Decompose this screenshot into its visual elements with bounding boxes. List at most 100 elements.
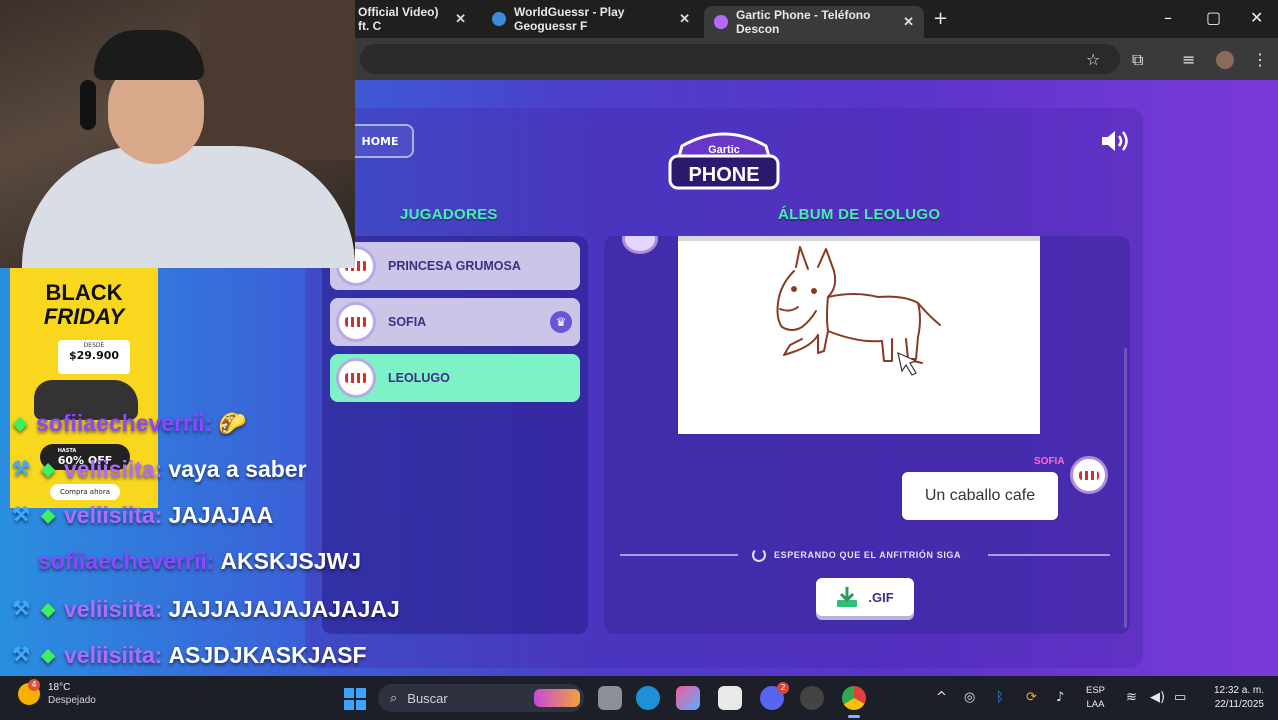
chevron-up-icon[interactable]: ^: [936, 690, 947, 705]
clock-time: 12:32 a. m.: [1213, 685, 1264, 696]
ad-price-prefix: DESDE: [83, 342, 105, 349]
close-icon[interactable]: ✕: [455, 11, 466, 27]
menu-icon[interactable]: ⋮: [1252, 50, 1268, 69]
bookmark-star-icon[interactable]: ☆: [1086, 50, 1100, 69]
task-view-icon[interactable]: [598, 686, 622, 710]
logo-top-text: Gartic: [708, 144, 740, 156]
drawing-canvas: [678, 236, 1040, 434]
profile-avatar[interactable]: [1216, 51, 1234, 69]
weather-widget[interactable]: 4 18°C Despejado: [18, 679, 96, 706]
media-icon[interactable]: ≡: [1182, 50, 1195, 69]
tab-music-video[interactable]: Official Video) ft. C ✕: [348, 5, 476, 33]
chat-text: 🌮: [218, 409, 248, 436]
album-panel: SOFIA Un caballo cafe ESPERANDO QUE EL A…: [604, 236, 1130, 634]
spinner-icon: [752, 548, 766, 562]
search-placeholder: Buscar: [407, 690, 448, 706]
player-row[interactable]: PRINCESA GRUMOSA: [330, 242, 580, 290]
player-avatar: [336, 302, 376, 342]
windows-taskbar: 4 18°C Despejado ⌕ Buscar 2 ^ ◎ ᛒ ⟳ ♪ ES…: [0, 676, 1278, 720]
chat-username: sofiiaecheverrii:: [38, 547, 215, 574]
ad-title: FRIDAY: [43, 304, 125, 329]
player-name: PRINCESA GRUMOSA: [388, 259, 521, 273]
download-icon: [837, 587, 858, 607]
player-row-self[interactable]: LEOLUGO: [330, 354, 580, 402]
language-indicator[interactable]: ESP LAA: [1086, 684, 1105, 712]
player-row[interactable]: SOFIA ♛: [330, 298, 580, 346]
copilot-icon[interactable]: [676, 686, 700, 710]
chat-text: JAJJAJAJAJAJAJAJ: [168, 595, 400, 622]
tab-gartic-phone[interactable]: Gartic Phone - Teléfono Descon ✕: [704, 6, 924, 38]
gem-badge-icon: ◆: [13, 413, 27, 433]
tab-title: WorldGuessr - Play Geoguessr F: [514, 5, 625, 33]
chat-message: ⚒ ◆ veliisiita: ASJDJKASKJASF: [10, 638, 367, 672]
store-icon[interactable]: [718, 686, 742, 710]
album-title: ÁLBUM DE LEOLUGO: [778, 206, 941, 223]
chat-message: ⚒ ◆ veliisiita: vaya a saber: [10, 452, 307, 486]
players-title: JUGADORES: [400, 206, 498, 223]
chat-username: veliisiita:: [64, 501, 163, 528]
search-icon: ⌕: [390, 690, 398, 705]
close-window-button[interactable]: ✕: [1250, 8, 1263, 27]
chrome-icon[interactable]: [842, 686, 866, 718]
extensions-icon[interactable]: ⧉: [1132, 50, 1143, 70]
download-gif-button[interactable]: .GIF: [816, 578, 914, 616]
volume-icon[interactable]: ◀): [1150, 690, 1165, 705]
sync-icon[interactable]: ⟳: [1026, 690, 1037, 705]
tab-title: Official Video) ft. C: [358, 5, 439, 33]
pickaxe-badge-icon: ⚒: [12, 504, 30, 526]
tab-title: Gartic Phone - Teléfono Descon: [736, 8, 871, 36]
globe-icon: [492, 12, 506, 26]
chat-message: ◆ sofiiaecheverrii: 🌮: [10, 406, 247, 440]
clock[interactable]: 12:32 a. m. 22/11/2025: [1196, 684, 1264, 712]
chat-username: veliisiita:: [64, 595, 163, 622]
chat-username: veliisiita:: [64, 455, 163, 482]
waiting-indicator: ESPERANDO QUE EL ANFITRIÓN SIGA: [752, 546, 982, 564]
chat-username: sofiiaecheverrii:: [36, 409, 213, 436]
new-tab-button[interactable]: +: [933, 8, 948, 29]
microphone-icon[interactable]: ♪: [1056, 690, 1064, 705]
caption-bubble: Un caballo cafe: [902, 472, 1058, 520]
clock-date: 22/11/2025: [1214, 699, 1264, 710]
bluetooth-icon[interactable]: ᛒ: [996, 690, 1004, 705]
discord-badge: 2: [777, 682, 789, 694]
player-name: LEOLUGO: [388, 371, 450, 385]
player-name: SOFIA: [388, 315, 427, 329]
chat-text: JAJAJAA: [168, 501, 274, 528]
maximize-button[interactable]: ▢: [1206, 8, 1221, 27]
weather-temp: 18°C: [48, 682, 71, 693]
album-scrollbar[interactable]: [1124, 348, 1127, 628]
pickaxe-badge-icon: ⚒: [12, 598, 30, 620]
webcam-feed: [0, 0, 355, 268]
chat-message: ⚒ ◆ veliisiita: JAJAJAA: [10, 498, 273, 532]
battery-icon[interactable]: ▭: [1174, 690, 1186, 705]
ad-price: $29.900: [68, 349, 120, 362]
close-icon[interactable]: ✕: [679, 11, 690, 27]
home-button[interactable]: HOME: [346, 124, 414, 158]
gem-badge-icon: ◆: [41, 599, 55, 619]
windows-start-icon[interactable]: [344, 688, 366, 710]
logo-bottom-text: PHONE: [688, 164, 759, 186]
minimize-button[interactable]: –: [1164, 8, 1172, 27]
gif-label: .GIF: [868, 589, 894, 605]
chat-text: vaya a saber: [168, 455, 307, 482]
horse-drawing: [776, 246, 941, 376]
tab-worldguessr[interactable]: WorldGuessr - Play Geoguessr F ✕: [482, 5, 700, 33]
close-icon[interactable]: ✕: [903, 14, 914, 30]
discord-icon[interactable]: 2: [760, 682, 789, 710]
sun-icon: 4: [18, 679, 40, 705]
chat-text: AKSKJSJWJ: [220, 547, 362, 574]
wifi-icon[interactable]: ≋: [1126, 690, 1137, 705]
waiting-text: ESPERANDO QUE EL ANFITRIÓN SIGA: [774, 550, 962, 560]
edge-icon[interactable]: [636, 686, 660, 710]
divider: [988, 554, 1110, 556]
sound-icon[interactable]: [1100, 128, 1132, 154]
language-code: ESP: [1086, 685, 1106, 696]
obs-icon[interactable]: [800, 686, 824, 710]
headphones-icon: [80, 80, 96, 130]
security-icon[interactable]: ◎: [964, 690, 975, 705]
chat-message: ⚒ ◆ veliisiita: JAJJAJAJAJAJAJAJ: [10, 592, 400, 626]
player-avatar: [336, 358, 376, 398]
address-bar[interactable]: [360, 44, 1120, 74]
search-highlight-image: [534, 689, 580, 707]
taskbar-search[interactable]: ⌕ Buscar: [378, 684, 584, 712]
